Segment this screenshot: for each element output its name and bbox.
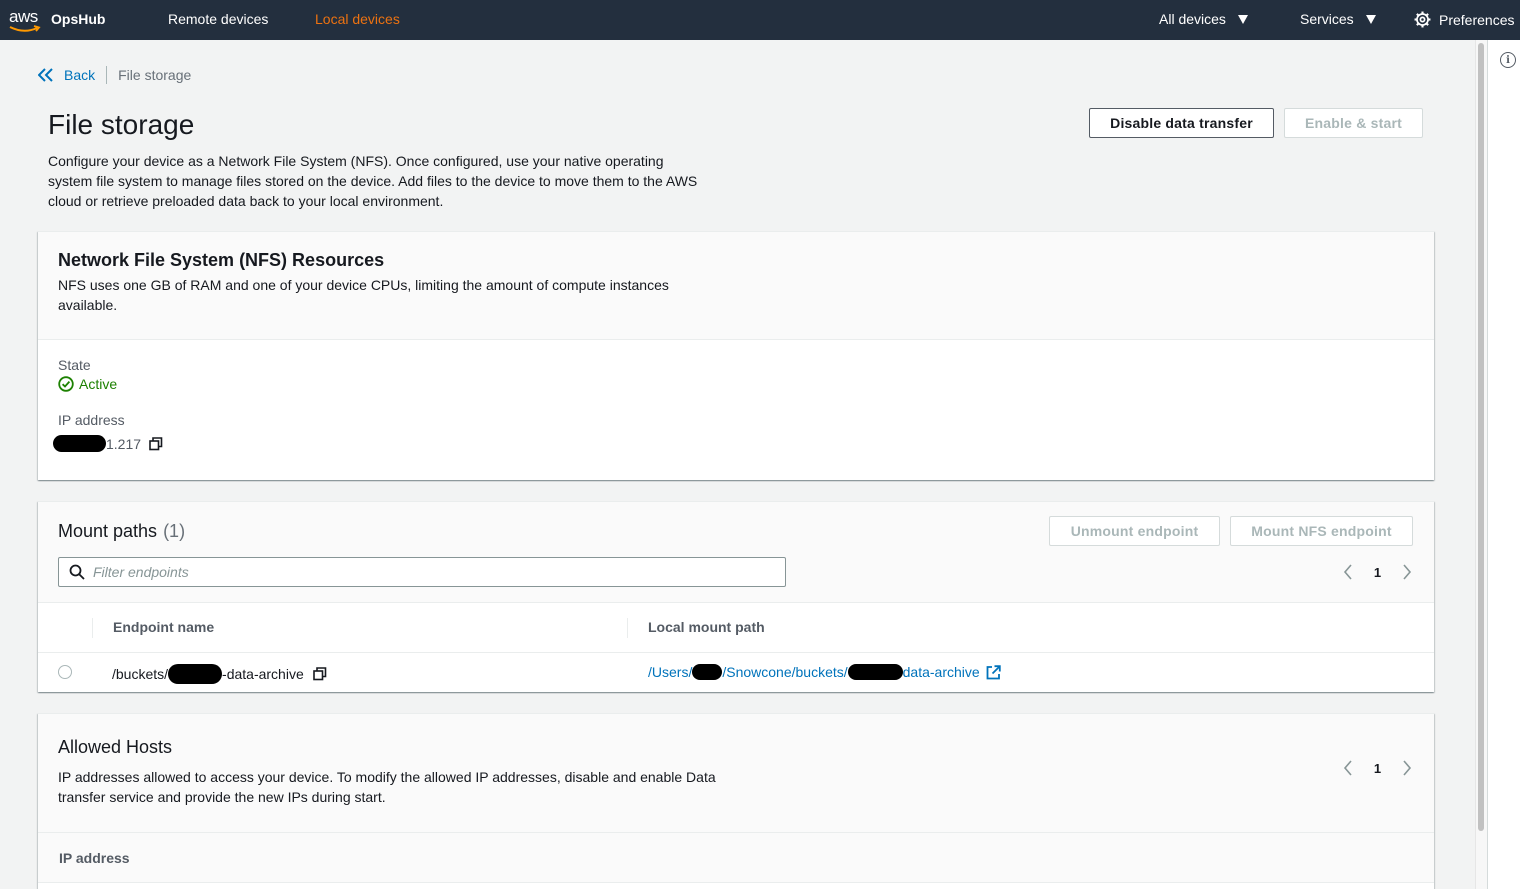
aws-logo[interactable]: aws	[9, 5, 43, 35]
top-navigation: aws OpsHub Remote devices Local devices …	[0, 0, 1520, 40]
unmount-endpoint-button[interactable]: Unmount endpoint	[1049, 516, 1220, 546]
disable-data-transfer-button[interactable]: Disable data transfer	[1089, 108, 1274, 138]
local-mount-path-link[interactable]: /Users/ /Snowcone/buckets/ data-archive	[648, 664, 1001, 680]
check-circle-icon	[58, 376, 74, 392]
nfs-panel-description: NFS uses one GB of RAM and one of your d…	[58, 277, 669, 313]
nfs-panel-title: Network File System (NFS) Resources	[58, 250, 385, 270]
mount-paths-panel: Mount paths (1) Endpoint name Local moun…	[38, 501, 1434, 692]
all-devices-dropdown[interactable]: All devices	[1159, 11, 1248, 27]
state-field: State Active	[58, 357, 117, 392]
redacted-block	[168, 664, 223, 684]
redacted-block	[692, 664, 723, 680]
breadcrumb-divider	[106, 66, 108, 84]
state-label: State	[58, 357, 91, 373]
filter-endpoints-search	[58, 557, 786, 587]
hosts-pagination: 1	[1336, 756, 1419, 780]
double-chevron-left-icon	[38, 68, 53, 82]
services-dropdown[interactable]: Services	[1300, 11, 1376, 27]
path-mid: /Snowcone/buckets/	[722, 664, 848, 680]
scrollbar-thumb[interactable]	[1478, 43, 1484, 831]
mount-panel-header	[38, 502, 1434, 603]
column-divider	[627, 618, 628, 638]
column-divider	[92, 618, 93, 638]
hosts-table-header	[38, 833, 1434, 883]
back-label: Back	[64, 67, 96, 83]
nav-local-devices[interactable]: Local devices	[315, 11, 400, 27]
redacted-block	[847, 664, 903, 680]
services-label: Services	[1300, 11, 1354, 27]
page-title: File storage	[48, 109, 195, 140]
breadcrumb-current: File storage	[118, 67, 192, 83]
mount-count: (1)	[163, 521, 186, 541]
mount-pagination: 1	[1336, 560, 1419, 584]
state-value: Active	[79, 376, 118, 392]
caret-down-icon	[1365, 14, 1376, 24]
redacted-block	[53, 435, 106, 452]
nfs-resources-panel: Network File System (NFS) Resources NFS …	[38, 231, 1434, 480]
col-ip-address[interactable]: IP address	[59, 850, 130, 866]
nav-remote-devices[interactable]: Remote devices	[168, 11, 268, 27]
enable-start-button[interactable]: Enable & start	[1284, 108, 1423, 138]
preferences-label: Preferences	[1439, 11, 1515, 28]
next-page-button[interactable]	[1395, 560, 1419, 584]
caret-down-icon	[1237, 14, 1248, 24]
search-icon	[69, 564, 85, 580]
prev-page-button[interactable]	[1336, 756, 1360, 780]
chevron-right-icon	[1403, 760, 1412, 776]
row-divider	[38, 652, 1434, 653]
col-endpoint-name[interactable]: Endpoint name	[113, 619, 214, 635]
help-panel-rail	[1487, 40, 1520, 889]
copy-icon[interactable]	[312, 667, 327, 681]
nfs-panel-header: Network File System (NFS) Resources NFS …	[38, 232, 1434, 340]
page-number[interactable]: 1	[1360, 565, 1395, 580]
breadcrumb: Back File storage	[38, 66, 191, 84]
mount-panel-heading: Mount paths (1)	[58, 521, 185, 542]
mount-panel-title: Mount paths	[58, 521, 158, 541]
mount-nfs-endpoint-button[interactable]: Mount NFS endpoint	[1230, 516, 1413, 546]
all-devices-label: All devices	[1159, 11, 1226, 27]
aws-smile-icon	[9, 25, 41, 32]
back-link[interactable]: Back	[38, 67, 95, 83]
hosts-panel-description: IP addresses allowed to access your devi…	[58, 769, 716, 805]
chevron-left-icon	[1343, 760, 1352, 776]
row-radio[interactable]	[58, 665, 72, 679]
preferences-button[interactable]: Preferences	[1414, 11, 1514, 28]
chevron-right-icon	[1403, 564, 1412, 580]
page-number[interactable]: 1	[1360, 761, 1395, 776]
gear-icon	[1414, 11, 1431, 28]
hosts-panel-header: Allowed Hosts IP addresses allowed to ac…	[38, 714, 1434, 833]
path-prefix: /Users/	[648, 664, 693, 680]
endpoint-prefix: /buckets/	[112, 666, 169, 682]
path-suffix: data-archive	[902, 664, 980, 680]
ip-address-label: IP address	[58, 412, 125, 428]
allowed-hosts-panel: Allowed Hosts IP addresses allowed to ac…	[38, 713, 1434, 889]
chevron-left-icon	[1343, 564, 1352, 580]
prev-page-button[interactable]	[1336, 560, 1360, 584]
copy-icon[interactable]	[149, 436, 163, 451]
hosts-panel-title: Allowed Hosts	[58, 737, 173, 757]
info-icon[interactable]: i	[1500, 52, 1516, 68]
app-name[interactable]: OpsHub	[51, 11, 105, 27]
ip-address-field: IP address 1.217	[53, 412, 163, 452]
external-link-icon	[986, 664, 1001, 679]
ip-address-suffix: 1.217	[106, 435, 142, 452]
next-page-button[interactable]	[1395, 756, 1419, 780]
endpoint-suffix: -data-archive	[222, 666, 304, 682]
filter-endpoints-input[interactable]	[93, 564, 773, 580]
page-description: Configure your device as a Network File …	[48, 153, 698, 209]
endpoint-name-cell: /buckets/ -data-archive	[112, 664, 327, 684]
col-local-mount-path[interactable]: Local mount path	[648, 619, 765, 635]
ip-address-value: 1.217	[53, 435, 163, 452]
status-badge: Active	[58, 376, 117, 392]
